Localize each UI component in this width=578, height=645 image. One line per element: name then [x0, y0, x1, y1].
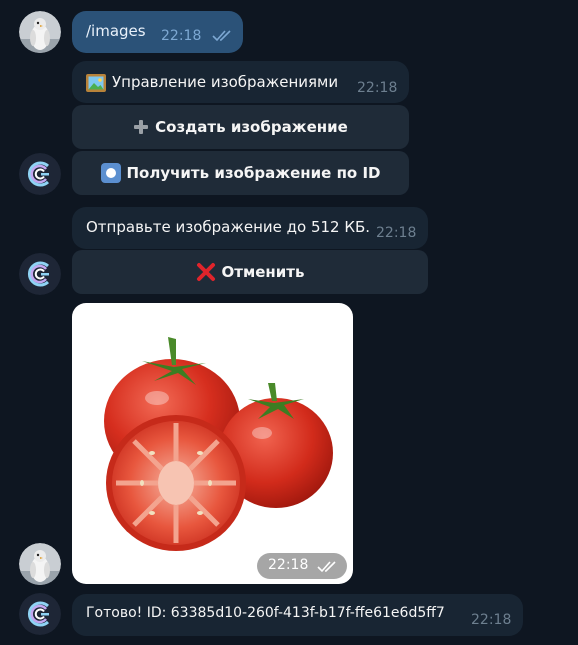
- outgoing-message-bubble[interactable]: /images 22:18: [72, 11, 243, 53]
- done-message-bubble: Готово! ID: 63385d10-260f-413f-b17f-ffe6…: [72, 594, 523, 636]
- penguin-avatar-icon: [19, 543, 61, 585]
- bot-avatar[interactable]: [19, 593, 61, 635]
- bot-avatar[interactable]: [19, 253, 61, 295]
- get-image-by-id-button[interactable]: Получить изображение по ID: [72, 151, 409, 195]
- tomato-photo-image: [104, 337, 333, 551]
- bot-logo-icon: [19, 593, 61, 635]
- record-button-icon: [100, 163, 121, 183]
- done-text: Готово! ID: 63385d10-260f-413f-b17f-ffe6…: [86, 605, 445, 621]
- plus-icon: [134, 120, 149, 134]
- message-time: 22:18: [471, 612, 512, 628]
- message-text: /images: [86, 22, 146, 40]
- user-avatar[interactable]: [19, 543, 61, 585]
- create-image-button[interactable]: Создать изображение: [72, 105, 409, 149]
- cancel-button[interactable]: Отменить: [72, 250, 428, 294]
- framed-picture-icon: [86, 73, 106, 92]
- message-time: 22:18: [376, 225, 417, 241]
- prompt-text: Отправьте изображение до 512 КБ.: [86, 218, 371, 236]
- menu-title: Управление изображениями: [86, 73, 338, 92]
- cancel-button-label: Отменить: [221, 263, 305, 281]
- user-avatar[interactable]: [19, 11, 61, 53]
- double-check-icon: [317, 561, 336, 573]
- photo-time: 22:18: [268, 557, 309, 573]
- photo-time-badge: 22:18: [257, 553, 347, 579]
- menu-message-bubble: Управление изображениями 22:18: [72, 61, 409, 103]
- tomato-photo[interactable]: 22:18: [72, 303, 353, 584]
- penguin-avatar-icon: [19, 11, 61, 53]
- bot-logo-icon: [19, 153, 61, 195]
- prompt-message-bubble: Отправьте изображение до 512 КБ. 22:18: [72, 207, 428, 249]
- create-image-button-label: Создать изображение: [155, 118, 348, 136]
- menu-title-text: Управление изображениями: [112, 73, 339, 91]
- bot-avatar[interactable]: [19, 153, 61, 195]
- message-time: 22:18: [357, 80, 398, 96]
- get-image-by-id-button-label: Получить изображение по ID: [126, 164, 381, 182]
- double-check-icon: [212, 30, 231, 42]
- bot-logo-icon: [19, 253, 61, 295]
- cross-mark-icon: [196, 263, 215, 281]
- message-time: 22:18: [161, 28, 202, 44]
